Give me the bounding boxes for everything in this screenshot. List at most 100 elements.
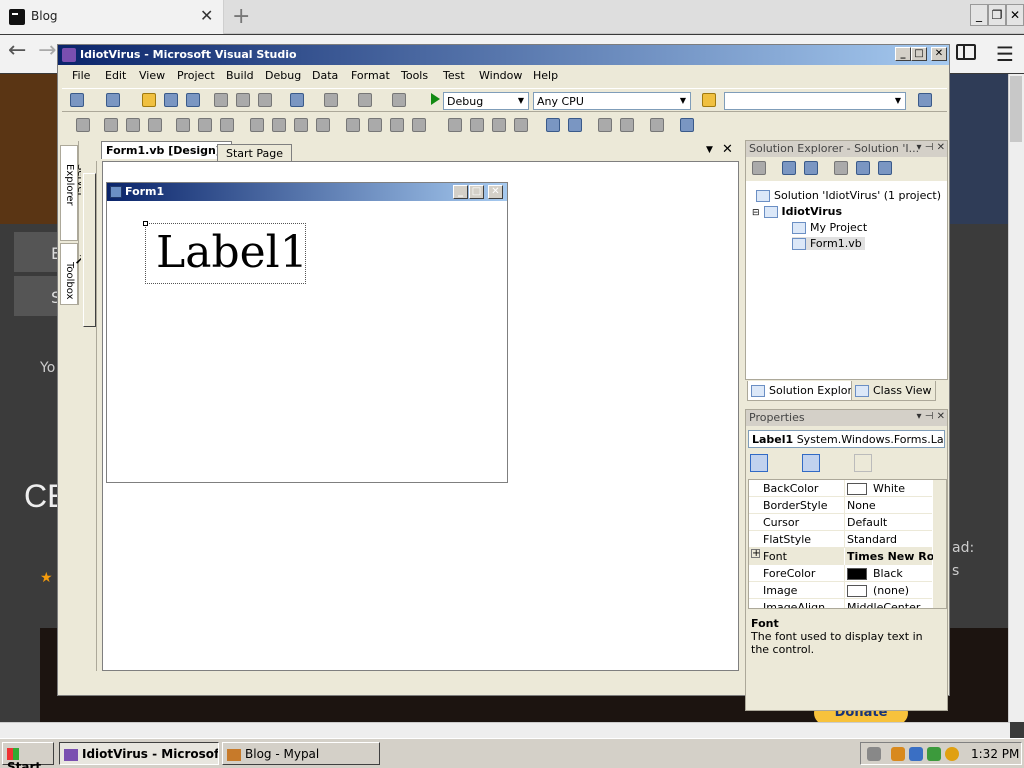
- navigate-backward-icon[interactable]: [358, 93, 372, 107]
- menu-build[interactable]: Build: [226, 69, 254, 82]
- close-document-icon[interactable]: ✕: [722, 142, 733, 157]
- refresh-icon[interactable]: [804, 161, 818, 175]
- browser-minimize-button[interactable]: _: [970, 4, 988, 26]
- find-combo[interactable]: ▼: [724, 92, 906, 110]
- menu-window[interactable]: Window: [479, 69, 522, 82]
- active-files-dropdown-icon[interactable]: ▼: [706, 145, 713, 155]
- bring-to-front-icon[interactable]: [598, 118, 612, 132]
- property-row-cursor[interactable]: Cursor Default: [749, 514, 932, 531]
- form1-window[interactable]: Form1 _ □ ✕ Label1: [106, 182, 508, 483]
- server-explorer-tab[interactable]: Server Explorer: [60, 145, 86, 241]
- panel-pin-close-icons[interactable]: ▾ ⊣ ✕: [917, 142, 945, 153]
- tab-form1-design[interactable]: Form1.vb [Design]*: [101, 141, 232, 159]
- platform-select[interactable]: Any CPU ▼: [533, 92, 691, 110]
- lock-controls-icon[interactable]: [650, 118, 664, 132]
- property-pages-icon[interactable]: [854, 454, 872, 472]
- browser-vertical-scrollbar[interactable]: [1008, 74, 1024, 722]
- vs-maximize-button[interactable]: □: [911, 47, 927, 61]
- properties-view-icon[interactable]: [802, 454, 820, 472]
- menu-format[interactable]: Format: [351, 69, 390, 82]
- web-page-button[interactable]: E: [14, 232, 61, 272]
- sidebar-toggle-icon[interactable]: [956, 44, 976, 60]
- menu-tools[interactable]: Tools: [401, 69, 428, 82]
- decrease-vertical-spacing-icon[interactable]: [492, 118, 506, 132]
- network-icon[interactable]: [891, 747, 905, 761]
- undo-icon[interactable]: [290, 93, 304, 107]
- align-lefts-icon[interactable]: [104, 118, 118, 132]
- view-code-icon[interactable]: [834, 161, 848, 175]
- new-tab-button[interactable]: +: [232, 4, 250, 29]
- remove-vertical-spacing-icon[interactable]: [514, 118, 528, 132]
- view-designer-icon[interactable]: [856, 161, 870, 175]
- redo-icon[interactable]: [324, 93, 338, 107]
- panel-pin-close-icons[interactable]: ▾ ⊣ ✕: [917, 411, 945, 422]
- increase-vertical-spacing-icon[interactable]: [470, 118, 484, 132]
- copy-icon[interactable]: [236, 93, 250, 107]
- menu-data[interactable]: Data: [312, 69, 338, 82]
- new-project-icon[interactable]: [70, 93, 84, 107]
- tab-order-icon[interactable]: [680, 118, 694, 132]
- label1-control[interactable]: Label1: [145, 223, 308, 284]
- categorized-icon[interactable]: [750, 454, 768, 472]
- class-diagram-icon[interactable]: [878, 161, 892, 175]
- taskbar-item-blog[interactable]: Blog - Mypal: [222, 742, 380, 765]
- menu-project[interactable]: Project: [177, 69, 215, 82]
- make-same-width-icon[interactable]: [250, 118, 264, 132]
- start-debugging-icon[interactable]: [431, 93, 440, 105]
- property-grid-scrollbar[interactable]: [933, 480, 946, 608]
- remove-horizontal-spacing-icon[interactable]: [412, 118, 426, 132]
- make-same-size-icon[interactable]: [294, 118, 308, 132]
- vertical-spacing-equal-icon[interactable]: [448, 118, 462, 132]
- keyboard-icon[interactable]: [867, 747, 881, 761]
- browser-horizontal-scrollbar[interactable]: [0, 722, 1010, 738]
- open-file-icon[interactable]: [142, 93, 156, 107]
- navigate-forward-icon[interactable]: [392, 93, 406, 107]
- document-scroll-thumb[interactable]: [83, 173, 96, 327]
- browser-close-button[interactable]: ✕: [1006, 4, 1024, 26]
- save-all-icon[interactable]: [186, 93, 200, 107]
- property-row-flatstyle[interactable]: FlatStyle Standard: [749, 531, 932, 548]
- center-vertically-icon[interactable]: [568, 118, 582, 132]
- menu-debug[interactable]: Debug: [265, 69, 301, 82]
- horizontal-spacing-equal-icon[interactable]: [346, 118, 360, 132]
- browser-restore-button[interactable]: ❐: [988, 4, 1006, 26]
- align-to-grid-icon[interactable]: [76, 118, 90, 132]
- browser-scroll-thumb[interactable]: [1010, 76, 1022, 142]
- menu-view[interactable]: View: [139, 69, 165, 82]
- clock[interactable]: 1:32 PM: [971, 747, 1019, 761]
- vs-close-button[interactable]: ✕: [931, 47, 947, 61]
- tree-item-my-project[interactable]: My Project: [792, 221, 867, 234]
- align-tops-icon[interactable]: [176, 118, 190, 132]
- tab-start-page[interactable]: Start Page: [217, 144, 292, 161]
- start-button[interactable]: Start: [2, 742, 54, 768]
- paste-icon[interactable]: [258, 93, 272, 107]
- configuration-select[interactable]: Debug ▼: [443, 92, 529, 110]
- tab-solution-explorer[interactable]: Solution Explorer: [747, 381, 868, 401]
- menu-test[interactable]: Test: [443, 69, 465, 82]
- increase-horizontal-spacing-icon[interactable]: [368, 118, 382, 132]
- decrease-horizontal-spacing-icon[interactable]: [390, 118, 404, 132]
- save-icon[interactable]: [164, 93, 178, 107]
- send-to-back-icon[interactable]: [620, 118, 634, 132]
- web-page-button[interactable]: S: [14, 276, 61, 316]
- property-row-imagealign[interactable]: ImageAlign MiddleCenter: [749, 599, 932, 608]
- property-row-image[interactable]: Image (none): [749, 582, 932, 599]
- property-row-font[interactable]: + Font Times New Ron: [749, 548, 933, 565]
- properties-icon[interactable]: [752, 161, 766, 175]
- tree-item-form1[interactable]: Form1.vb: [792, 237, 865, 250]
- align-centers-icon[interactable]: [126, 118, 140, 132]
- menu-help[interactable]: Help: [533, 69, 558, 82]
- hamburger-menu-icon[interactable]: ☰: [996, 42, 1014, 66]
- collapse-icon[interactable]: ⊟: [752, 208, 760, 218]
- update-icon[interactable]: [927, 747, 941, 761]
- security-shield-icon[interactable]: [909, 747, 923, 761]
- back-icon[interactable]: ←: [8, 38, 26, 63]
- forward-icon[interactable]: →: [38, 38, 56, 63]
- form1-client-area[interactable]: Label1: [107, 201, 507, 482]
- expand-icon[interactable]: +: [751, 549, 760, 559]
- property-row-forecolor[interactable]: ForeColor Black: [749, 565, 932, 582]
- center-horizontally-icon[interactable]: [546, 118, 560, 132]
- show-all-files-icon[interactable]: [782, 161, 796, 175]
- tree-item-solution[interactable]: Solution 'IdiotVirus' (1 project): [756, 189, 941, 202]
- search-icon[interactable]: [945, 747, 959, 761]
